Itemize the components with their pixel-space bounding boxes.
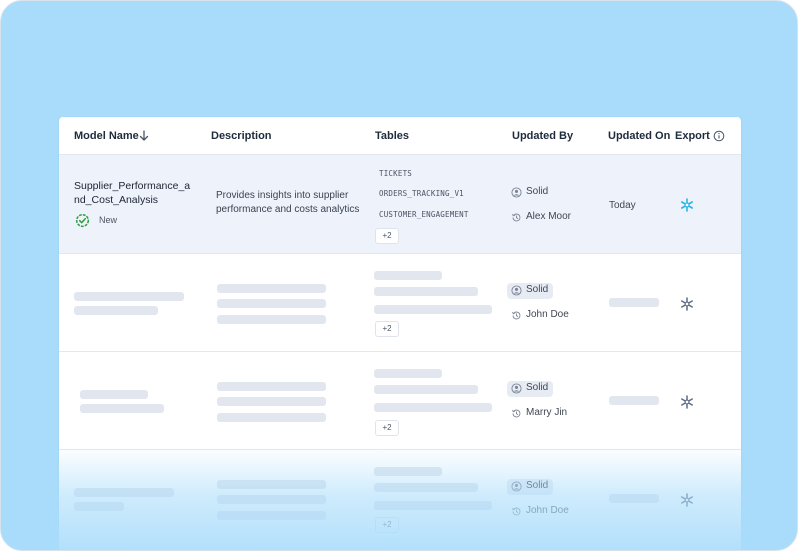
snowflake-icon[interactable] <box>680 493 694 507</box>
skeleton-placeholder <box>217 511 326 520</box>
skeleton-placeholder <box>609 396 659 405</box>
table-tag: ORDERS_TRACKING_V1 <box>379 189 464 198</box>
skeleton-placeholder <box>74 488 174 497</box>
models-table: Model Name Description Tables Updated By… <box>59 117 741 550</box>
skeleton-placeholder <box>80 404 164 413</box>
table-row[interactable]: +2 Solid Marry Jin <box>59 351 741 450</box>
table-row[interactable]: +2 Solid John Doe <box>59 449 741 548</box>
user-circle-icon <box>511 481 522 492</box>
skeleton-placeholder <box>374 369 442 378</box>
column-header-updated-on: Updated On <box>608 130 671 142</box>
table-tag: CUSTOMER_ENGAGEMENT <box>379 210 469 219</box>
skeleton-placeholder <box>374 483 478 492</box>
user-circle-icon <box>511 285 522 296</box>
skeleton-placeholder <box>217 397 326 406</box>
updater-name: Alex Moor <box>526 211 572 222</box>
snowflake-icon[interactable] <box>680 198 694 212</box>
skeleton-placeholder <box>374 287 478 296</box>
arrow-down-icon[interactable] <box>138 129 150 143</box>
more-tables-chip[interactable]: +2 <box>375 321 399 337</box>
table-row[interactable]: Supplier_Performance_and_Cost_Analysis N… <box>59 154 741 253</box>
skeleton-placeholder <box>374 271 442 280</box>
skeleton-placeholder <box>374 467 442 476</box>
skeleton-placeholder <box>374 501 492 510</box>
history-icon <box>512 409 521 418</box>
skeleton-placeholder <box>74 306 158 315</box>
skeleton-placeholder <box>217 413 326 422</box>
owner-name: Solid <box>526 480 549 491</box>
model-description: Provides insights into supplier performa… <box>216 190 360 215</box>
check-badge-icon <box>75 213 90 228</box>
skeleton-placeholder <box>74 292 184 301</box>
more-tables-chip[interactable]: +2 <box>375 420 399 436</box>
skeleton-placeholder <box>217 495 326 504</box>
owner-name: Solid <box>526 382 549 393</box>
page-background: Model Name Description Tables Updated By… <box>0 0 798 551</box>
user-circle-icon <box>511 383 522 394</box>
snowflake-icon[interactable] <box>680 395 694 409</box>
updater-name: John Doe <box>526 505 569 516</box>
table-tag: TICKETS <box>379 169 413 178</box>
status-label: New <box>99 215 118 225</box>
skeleton-placeholder <box>80 390 148 399</box>
owner-name: Solid <box>526 284 549 295</box>
history-icon <box>512 507 521 516</box>
updater-name: Marry Jin <box>526 407 568 418</box>
table-header: Model Name Description Tables Updated By… <box>59 117 741 155</box>
skeleton-placeholder <box>217 480 326 489</box>
column-header-tables: Tables <box>375 130 410 142</box>
skeleton-placeholder <box>217 315 326 324</box>
info-icon[interactable] <box>713 130 725 142</box>
column-header-description: Description <box>211 130 272 142</box>
skeleton-placeholder <box>609 494 659 503</box>
model-name[interactable]: Supplier_Performance_and_Cost_Analysis <box>74 179 194 207</box>
more-tables-chip[interactable]: +2 <box>375 517 399 533</box>
updated-on: Today <box>609 200 636 211</box>
column-header-model-name[interactable]: Model Name <box>74 130 139 142</box>
updater-name: John Doe <box>526 309 569 320</box>
snowflake-icon[interactable] <box>680 297 694 311</box>
history-icon <box>512 213 521 222</box>
history-icon <box>512 311 521 320</box>
skeleton-placeholder <box>217 382 326 391</box>
skeleton-placeholder <box>374 305 492 314</box>
skeleton-placeholder <box>74 502 124 511</box>
skeleton-placeholder <box>374 385 478 394</box>
more-tables-chip[interactable]: +2 <box>375 228 399 244</box>
owner-name: Solid <box>526 186 549 197</box>
skeleton-placeholder <box>217 299 326 308</box>
skeleton-placeholder <box>374 403 492 412</box>
column-header-export: Export <box>675 130 710 142</box>
user-circle-icon <box>511 187 522 198</box>
skeleton-placeholder <box>609 298 659 307</box>
table-row[interactable]: +2 Solid John Doe <box>59 253 741 352</box>
skeleton-placeholder <box>217 284 326 293</box>
column-header-updated-by: Updated By <box>512 130 574 142</box>
